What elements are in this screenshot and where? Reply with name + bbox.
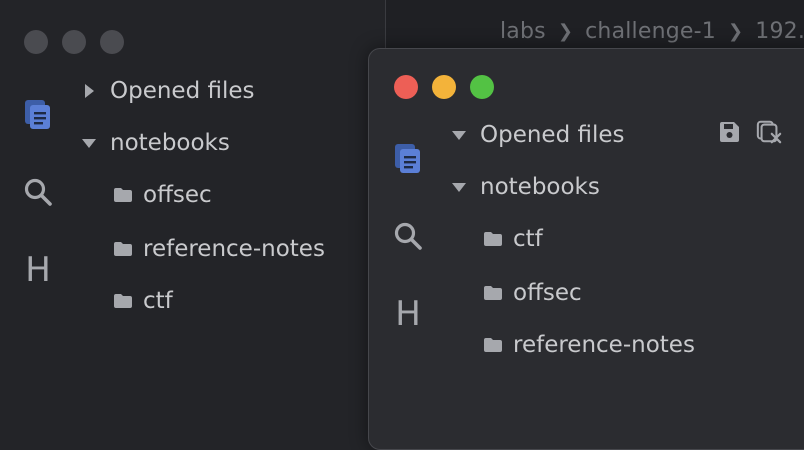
folder-icon bbox=[113, 241, 133, 257]
folder-icon bbox=[113, 187, 133, 203]
tree-label: ctf bbox=[143, 288, 173, 314]
breadcrumb-item[interactable]: challenge-1 bbox=[585, 19, 716, 44]
breadcrumb: labs ❯ challenge-1 ❯ 192. bbox=[500, 16, 804, 46]
tree-label: notebooks bbox=[480, 174, 600, 200]
tree-label: offsec bbox=[513, 280, 582, 306]
files-icon[interactable] bbox=[22, 98, 54, 130]
tree-folder-offsec[interactable]: offsec bbox=[113, 178, 212, 212]
tree-folder-offsec[interactable]: offsec bbox=[483, 276, 582, 310]
tree-folder-ctf[interactable]: ctf bbox=[483, 222, 543, 256]
save-icon[interactable] bbox=[716, 119, 742, 145]
tree-section-notebooks[interactable]: notebooks bbox=[78, 126, 230, 160]
tree-label: offsec bbox=[143, 182, 212, 208]
folder-icon bbox=[483, 337, 503, 353]
zoom-button[interactable] bbox=[470, 75, 494, 99]
close-all-icon[interactable] bbox=[756, 119, 782, 145]
zoom-button[interactable] bbox=[100, 30, 124, 54]
breadcrumb-item[interactable]: labs bbox=[500, 19, 546, 44]
tree-folder-reference-notes[interactable]: reference-notes bbox=[483, 328, 695, 362]
breadcrumb-item[interactable]: 192. bbox=[755, 19, 804, 44]
tree-label: reference-notes bbox=[513, 332, 695, 358]
chevron-right-icon: ❯ bbox=[727, 20, 744, 42]
files-icon[interactable] bbox=[392, 142, 424, 174]
window-controls bbox=[394, 75, 494, 99]
tree-label: ctf bbox=[513, 226, 543, 252]
close-button[interactable] bbox=[394, 75, 418, 99]
pane-actions bbox=[716, 119, 782, 145]
folder-icon bbox=[483, 231, 503, 247]
tree-section-opened-files[interactable]: Opened files bbox=[78, 74, 255, 108]
tree-label: Opened files bbox=[480, 122, 625, 148]
tree-section-opened-files[interactable]: Opened files bbox=[448, 118, 625, 152]
tree-section-notebooks[interactable]: notebooks bbox=[448, 170, 600, 204]
caret-down-icon bbox=[448, 181, 470, 193]
folder-icon bbox=[483, 285, 503, 301]
headings-icon[interactable]: H bbox=[22, 253, 54, 287]
headings-icon[interactable]: H bbox=[392, 297, 424, 331]
front-window bbox=[368, 48, 804, 450]
search-icon[interactable] bbox=[22, 176, 54, 208]
tree-folder-ctf[interactable]: ctf bbox=[113, 284, 173, 318]
tree-folder-reference-notes[interactable]: reference-notes bbox=[113, 232, 325, 266]
chevron-right-icon: ❯ bbox=[557, 20, 574, 42]
folder-icon bbox=[113, 293, 133, 309]
minimize-button[interactable] bbox=[432, 75, 456, 99]
caret-down-icon bbox=[448, 129, 470, 141]
tree-label: reference-notes bbox=[143, 236, 325, 262]
minimize-button[interactable] bbox=[62, 30, 86, 54]
tree-label: Opened files bbox=[110, 78, 255, 104]
window-controls bbox=[24, 30, 124, 54]
caret-down-icon bbox=[78, 137, 100, 149]
caret-right-icon bbox=[78, 83, 100, 99]
search-icon[interactable] bbox=[392, 220, 424, 252]
tree-label: notebooks bbox=[110, 130, 230, 156]
close-button[interactable] bbox=[24, 30, 48, 54]
